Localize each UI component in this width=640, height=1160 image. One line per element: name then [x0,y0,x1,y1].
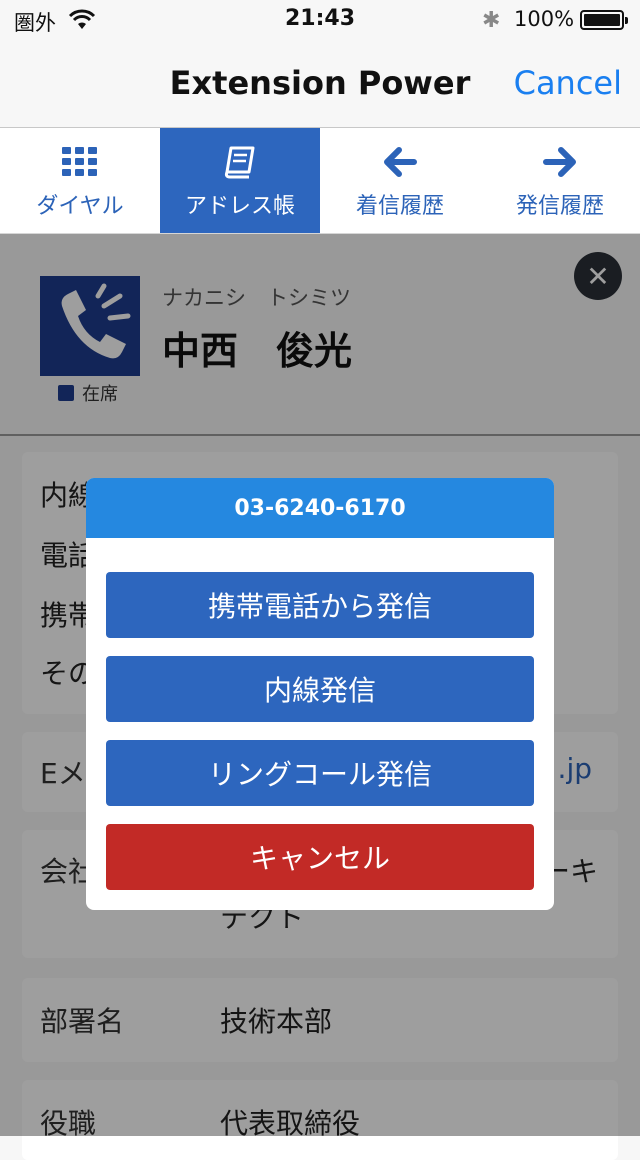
ring-call-button[interactable]: リングコール発信 [106,740,534,806]
battery-icon [580,10,628,30]
tab-address-book-label: アドレス帳 [184,193,295,219]
keypad-icon [62,142,98,182]
tab-bar: ダイヤル アドレス帳 着信履歴 発信履歴 [0,128,640,234]
cancel-nav-button[interactable]: Cancel [514,64,622,102]
tab-dial-label: ダイヤル [36,193,124,219]
navigation-bar: Extension Power Cancel [0,40,640,128]
tab-outgoing-history-label: 発信履歴 [515,193,604,219]
call-from-mobile-button[interactable]: 携帯電話から発信 [106,572,534,638]
tab-incoming-history-label: 着信履歴 [355,193,444,219]
dialog-cancel-button[interactable]: キャンセル [106,824,534,890]
battery-percent: 100% [514,7,575,31]
address-book-icon [223,142,257,182]
tab-incoming-history[interactable]: 着信履歴 [320,128,480,233]
dialog-phone-number: 03-6240-6170 [86,478,554,538]
tab-dial[interactable]: ダイヤル [0,128,160,233]
tab-address-book[interactable]: アドレス帳 [160,128,320,233]
tab-outgoing-history[interactable]: 発信履歴 [480,128,640,233]
bluetooth-icon: ✱ [482,8,501,33]
arrow-left-icon [383,142,417,182]
extension-call-button[interactable]: 内線発信 [106,656,534,722]
arrow-right-icon [543,142,577,182]
call-dialog: 03-6240-6170 携帯電話から発信 内線発信 リングコール発信 キャンセ… [86,478,554,910]
status-bar: 圏外 21:43 ✱ 100% [0,0,640,40]
